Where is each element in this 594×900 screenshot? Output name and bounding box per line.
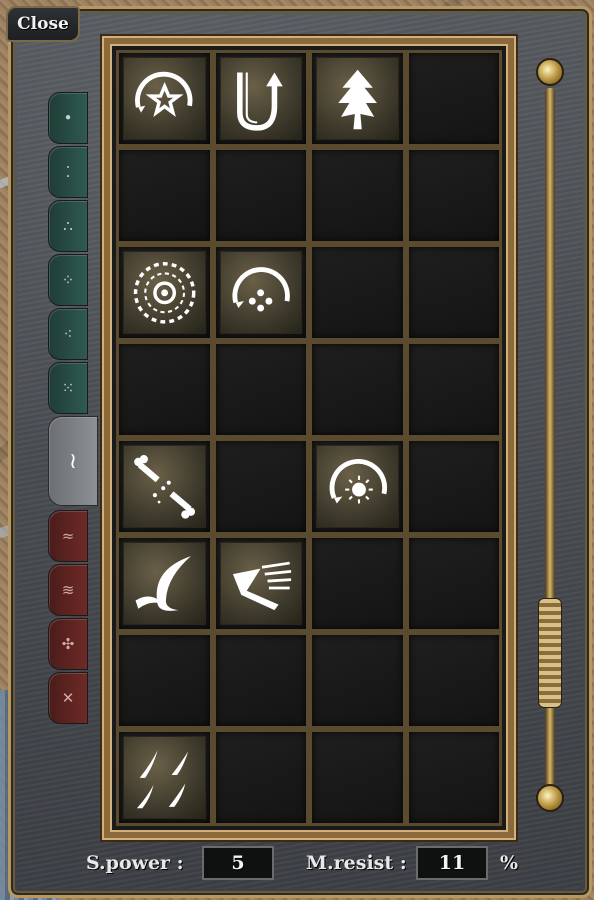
arc-dots-icon[interactable]	[219, 251, 302, 334]
mresist-value: 11	[416, 846, 488, 880]
empty-slot[interactable]	[116, 341, 213, 438]
rune-icon: ✕	[61, 689, 75, 707]
empty-slot[interactable]	[212, 438, 309, 535]
skill-slot[interactable]	[116, 535, 213, 632]
empty-slot[interactable]	[405, 535, 502, 632]
scroll-down-button[interactable]	[536, 784, 564, 812]
dots-icon: ∴	[63, 217, 73, 235]
dot-icon: •	[63, 109, 73, 127]
tab-9[interactable]: ✣	[48, 618, 88, 670]
rune-icon: ✣	[61, 635, 75, 653]
spower-value: 5	[202, 846, 274, 880]
tab-1[interactable]: ⁚	[48, 146, 88, 198]
skill-slot[interactable]	[212, 244, 309, 341]
tab-2[interactable]: ∴	[48, 200, 88, 252]
mresist-label: M.resist :	[306, 852, 407, 874]
tab-active[interactable]: ≀	[48, 416, 98, 506]
skill-grid-panel	[104, 38, 514, 838]
percent-sign: %	[500, 852, 519, 874]
empty-slot[interactable]	[405, 438, 502, 535]
empty-slot[interactable]	[405, 341, 502, 438]
bone-sparkle-icon[interactable]	[123, 445, 206, 528]
skill-slot[interactable]	[116, 729, 213, 826]
skill-slot[interactable]	[116, 244, 213, 341]
rune-icon: ≋	[61, 581, 75, 599]
skill-slot[interactable]	[212, 50, 309, 147]
empty-slot[interactable]	[405, 244, 502, 341]
tab-3[interactable]: ⁘	[48, 254, 88, 306]
tab-0[interactable]: •	[48, 92, 88, 144]
spower-label: S.power :	[86, 852, 184, 874]
up-arrow-swirl-icon[interactable]	[219, 57, 302, 140]
skill-slot[interactable]	[116, 438, 213, 535]
empty-slot[interactable]	[212, 147, 309, 244]
empty-slot[interactable]	[405, 729, 502, 826]
wing-icon[interactable]	[219, 542, 302, 625]
tab-10[interactable]: ✕	[48, 672, 88, 724]
skill-slot[interactable]	[309, 438, 406, 535]
empty-slot[interactable]	[309, 729, 406, 826]
skill-slot[interactable]	[116, 50, 213, 147]
empty-slot[interactable]	[212, 341, 309, 438]
arc-star-icon[interactable]	[123, 57, 206, 140]
crescent-claw-icon[interactable]	[123, 542, 206, 625]
dots-icon: ⁘	[61, 271, 75, 289]
empty-slot[interactable]	[309, 147, 406, 244]
tab-4[interactable]: ⁖	[48, 308, 88, 360]
empty-slot[interactable]	[116, 632, 213, 729]
scroll-thumb[interactable]	[538, 598, 562, 708]
tab-5[interactable]: ⁙	[48, 362, 88, 414]
tab-7[interactable]: ≈	[48, 510, 88, 562]
dots-icon: ⁚	[65, 163, 71, 181]
wave-icon: ≀	[68, 448, 78, 474]
arc-sun-icon[interactable]	[316, 445, 399, 528]
empty-slot[interactable]	[116, 147, 213, 244]
scroll-up-button[interactable]	[536, 58, 564, 86]
tab-8[interactable]: ≋	[48, 564, 88, 616]
empty-slot[interactable]	[405, 147, 502, 244]
dots-icon: ⁖	[63, 325, 73, 343]
rune-icon: ≈	[61, 527, 75, 545]
leaf-tree-icon[interactable]	[316, 57, 399, 140]
empty-slot[interactable]	[309, 535, 406, 632]
close-button[interactable]: Close	[6, 6, 80, 42]
scrollbar[interactable]	[534, 58, 566, 818]
empty-slot[interactable]	[212, 729, 309, 826]
empty-slot[interactable]	[309, 341, 406, 438]
empty-slot[interactable]	[405, 50, 502, 147]
skill-grid	[116, 50, 502, 826]
empty-slot[interactable]	[309, 244, 406, 341]
stats-bar: S.power : 5 M.resist : 11 %	[80, 846, 540, 882]
skill-slot[interactable]	[309, 50, 406, 147]
empty-slot[interactable]	[212, 632, 309, 729]
empty-slot[interactable]	[405, 632, 502, 729]
eye-sun-icon[interactable]	[123, 251, 206, 334]
empty-slot[interactable]	[309, 632, 406, 729]
skill-slot[interactable]	[212, 535, 309, 632]
dots-icon: ⁙	[61, 379, 75, 397]
four-claws-icon[interactable]	[123, 736, 206, 819]
